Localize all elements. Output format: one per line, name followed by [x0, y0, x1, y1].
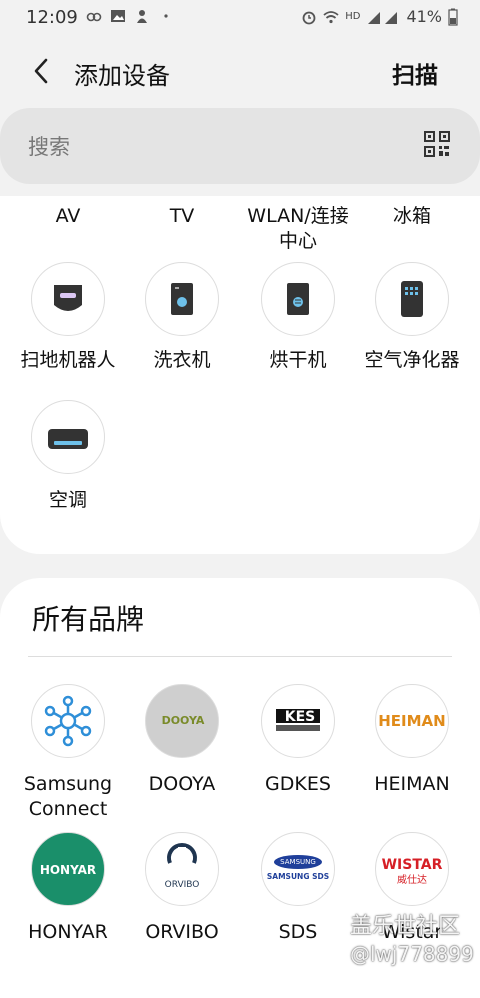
brand-gdkes[interactable]: KES GDKES	[238, 684, 358, 797]
category-refrigerator[interactable]: 冰箱	[352, 204, 472, 229]
air-purifier-icon	[375, 262, 449, 336]
page-title: 添加设备	[74, 62, 170, 90]
dryer-icon	[261, 262, 335, 336]
signal-icon	[368, 11, 398, 24]
divider	[28, 656, 452, 657]
brand-label: DOOYA	[148, 773, 216, 795]
category-washer[interactable]: 洗衣机	[122, 262, 242, 373]
alarm-icon	[302, 11, 316, 24]
brand-label: HEIMAN	[374, 773, 450, 795]
category-label: 冰箱	[392, 205, 431, 227]
orvibo-logo: ORVIBO	[145, 832, 219, 906]
battery-icon	[448, 8, 458, 26]
category-label: 空气净化器	[364, 349, 460, 371]
category-label: 扫地机器人	[20, 349, 116, 371]
sds-logo-text: SAMSUNG SDS	[267, 872, 329, 881]
brand-label: GDKES	[265, 773, 331, 795]
brand-honyar[interactable]: HONYAR HONYAR	[8, 832, 128, 945]
brand-heiman[interactable]: HEIMAN HEIMAN	[352, 684, 472, 797]
cloud-sync-icon	[86, 12, 102, 22]
watermark-user: @lwj778899	[350, 942, 474, 966]
category-label: 烘干机	[269, 349, 327, 371]
samsung-connect-logo	[31, 684, 105, 758]
app-notification-icon	[137, 10, 147, 23]
category-label: WLAN/连接中心	[247, 205, 349, 252]
brands-title: 所有品牌	[32, 603, 145, 636]
battery-percent: 41%	[406, 7, 442, 26]
dooya-logo-text: DOOYA	[162, 714, 205, 727]
category-robot-vacuum[interactable]: 扫地机器人	[8, 262, 128, 373]
robot-vacuum-icon	[31, 262, 105, 336]
heiman-logo-text: HEIMAN	[378, 712, 445, 730]
gdkes-logo: KES	[261, 684, 335, 758]
notification-icons	[86, 8, 174, 24]
category-av[interactable]: AV	[8, 204, 128, 229]
status-bar: 12:09 HD 41%	[0, 0, 480, 34]
back-arrow-icon[interactable]	[28, 56, 54, 86]
watermark-title: 盖乐世社区	[350, 914, 461, 939]
category-wlan[interactable]: WLAN/连接中心	[238, 204, 358, 254]
brand-samsung-connect[interactable]: Samsung Connect	[8, 684, 128, 822]
status-time: 12:09	[26, 7, 78, 28]
washer-icon	[145, 262, 219, 336]
category-air-conditioner[interactable]: 空调	[8, 400, 128, 513]
brand-label: SDS	[278, 921, 318, 943]
brand-dooya[interactable]: DOOYA DOOYA	[122, 684, 242, 797]
image-icon	[111, 10, 125, 22]
orvibo-logo-text: ORVIBO	[165, 880, 200, 890]
honyar-logo-text: HONYAR	[40, 863, 96, 877]
category-label: 空调	[48, 489, 87, 511]
brand-orvibo[interactable]: ORVIBO ORVIBO	[122, 832, 242, 945]
category-air-purifier[interactable]: 空气净化器	[352, 262, 472, 373]
brand-sds[interactable]: SAMSUNG SAMSUNG SDS SDS	[238, 832, 358, 945]
heiman-logo: HEIMAN	[375, 684, 449, 758]
brand-label: Samsung Connect	[23, 773, 113, 820]
brand-label: HONYAR	[28, 921, 108, 943]
search-input[interactable]	[26, 128, 390, 166]
samsung-logo-text: SAMSUNG	[280, 858, 316, 866]
scan-button[interactable]: 扫描	[392, 56, 438, 90]
wistar-logo-text: WISTAR	[382, 857, 443, 873]
dooya-logo: DOOYA	[145, 684, 219, 758]
brand-label: ORVIBO	[145, 921, 219, 943]
status-right: HD 41%	[301, 7, 458, 26]
air-conditioner-icon	[31, 400, 105, 474]
category-label: TV	[169, 205, 195, 227]
search-bar[interactable]	[0, 108, 480, 184]
honyar-logo: HONYAR	[31, 832, 105, 906]
category-dryer[interactable]: 烘干机	[238, 262, 358, 373]
category-label: 洗衣机	[153, 349, 211, 371]
category-tv[interactable]: TV	[122, 204, 242, 229]
gdkes-logo-text: KES	[285, 709, 316, 725]
category-label: AV	[55, 205, 81, 227]
dot-icon	[164, 14, 168, 18]
hd-indicator: HD	[345, 11, 361, 22]
wistar-logo-cn-text: 威仕达	[397, 873, 427, 886]
wifi-icon	[323, 10, 339, 23]
qr-code-icon[interactable]	[424, 131, 450, 157]
samsung-sds-logo: SAMSUNG SAMSUNG SDS	[261, 832, 335, 906]
app-header: 添加设备 扫描	[0, 44, 480, 100]
wistar-logo: WISTAR 威仕达	[375, 832, 449, 906]
